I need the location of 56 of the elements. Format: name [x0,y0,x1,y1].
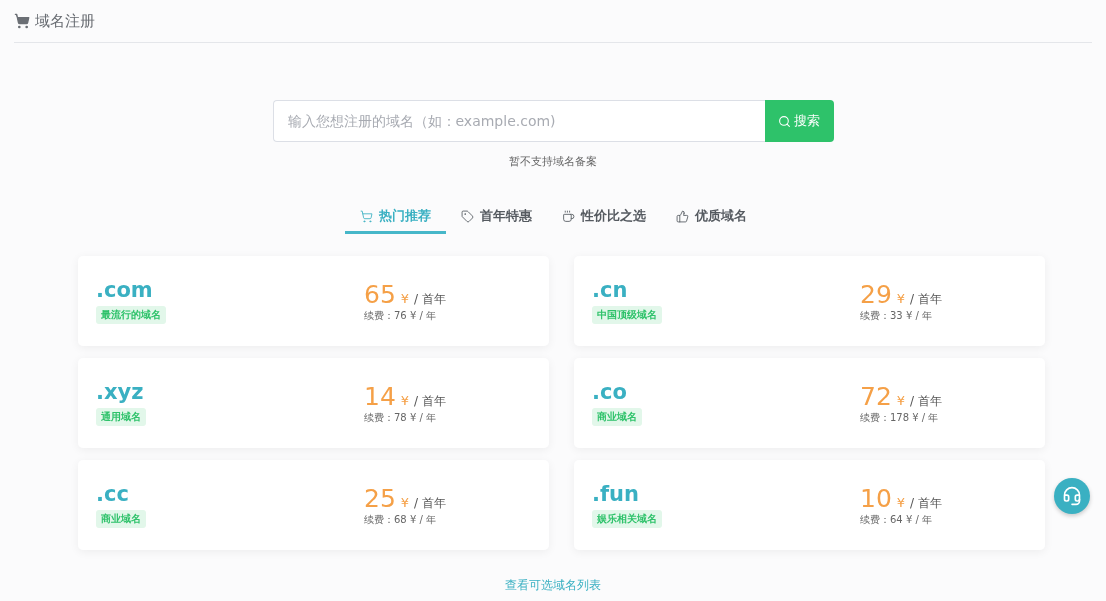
currency-sign: ¥ [896,290,906,306]
price-unit: / 首年 [910,494,942,512]
domain-tag: 商业域名 [96,510,146,528]
search-note: 暂不支持域名备案 [508,154,598,169]
cart-icon [359,209,373,223]
domain-card[interactable]: .fun 娱乐相关域名 10 ¥ / 首年 续费：64 ¥ / 年 [574,460,1045,550]
domain-tag: 娱乐相关域名 [592,510,662,528]
domain-name: .fun [592,482,639,506]
first-year-price: 29 [860,279,892,309]
domain-tag: 商业域名 [592,408,642,426]
thumbs-up-icon [675,209,689,223]
category-tab[interactable]: 优质域名 [660,207,762,234]
domain-card[interactable]: .cn 中国顶级域名 29 ¥ / 首年 续费：33 ¥ / 年 [574,256,1045,346]
cup-icon [561,209,575,223]
page-title: 域名注册 [35,11,95,31]
currency-sign: ¥ [896,392,906,408]
category-tab[interactable]: 首年特惠 [445,207,547,234]
domain-card[interactable]: .com 最流行的域名 65 ¥ / 首年 续费：76 ¥ / 年 [78,256,549,346]
first-year-price: 72 [860,381,892,411]
price-unit: / 首年 [414,494,446,512]
price-unit: / 首年 [910,290,942,308]
renewal-price: 续费：76 ¥ / 年 [364,308,437,323]
domain-name: .com [96,278,153,302]
search-icon [778,114,791,128]
support-button[interactable] [1054,478,1090,514]
renewal-price: 续费：78 ¥ / 年 [364,410,437,425]
domain-tag: 中国顶级域名 [592,306,662,324]
domain-card[interactable]: .cc 商业域名 25 ¥ / 首年 续费：68 ¥ / 年 [78,460,549,550]
price-unit: / 首年 [414,392,446,410]
headset-icon [1062,486,1082,506]
first-year-price: 14 [364,381,396,411]
currency-sign: ¥ [896,494,906,510]
price-unit: / 首年 [910,392,942,410]
domain-card[interactable]: .co 商业域名 72 ¥ / 首年 续费：178 ¥ / 年 [574,358,1045,448]
first-year-price: 10 [860,483,892,513]
domain-name: .cc [96,482,129,506]
currency-sign: ¥ [400,290,410,306]
domain-search-field[interactable]: 输入您想注册的域名（如：example.com) [272,100,765,142]
first-year-price: 65 [364,279,396,309]
renewal-price: 续费：68 ¥ / 年 [364,512,437,527]
domain-name: .cn [592,278,628,302]
category-tab[interactable]: 性价比之选 [546,207,661,234]
renewal-price: 续费：64 ¥ / 年 [860,512,933,527]
currency-sign: ¥ [400,392,410,408]
tag-icon [460,209,474,223]
domain-name: .xyz [96,380,144,404]
renewal-price: 续费：178 ¥ / 年 [860,410,940,425]
currency-sign: ¥ [400,494,410,510]
domain-tag: 通用域名 [96,408,146,426]
domain-name: .co [592,380,627,404]
renewal-price: 续费：33 ¥ / 年 [860,308,933,323]
price-unit: / 首年 [414,290,446,308]
domain-card[interactable]: .xyz 通用域名 14 ¥ / 首年 续费：78 ¥ / 年 [78,358,549,448]
first-year-price: 25 [364,483,396,513]
cart-icon [14,13,30,29]
domain-tag: 最流行的域名 [96,306,166,324]
